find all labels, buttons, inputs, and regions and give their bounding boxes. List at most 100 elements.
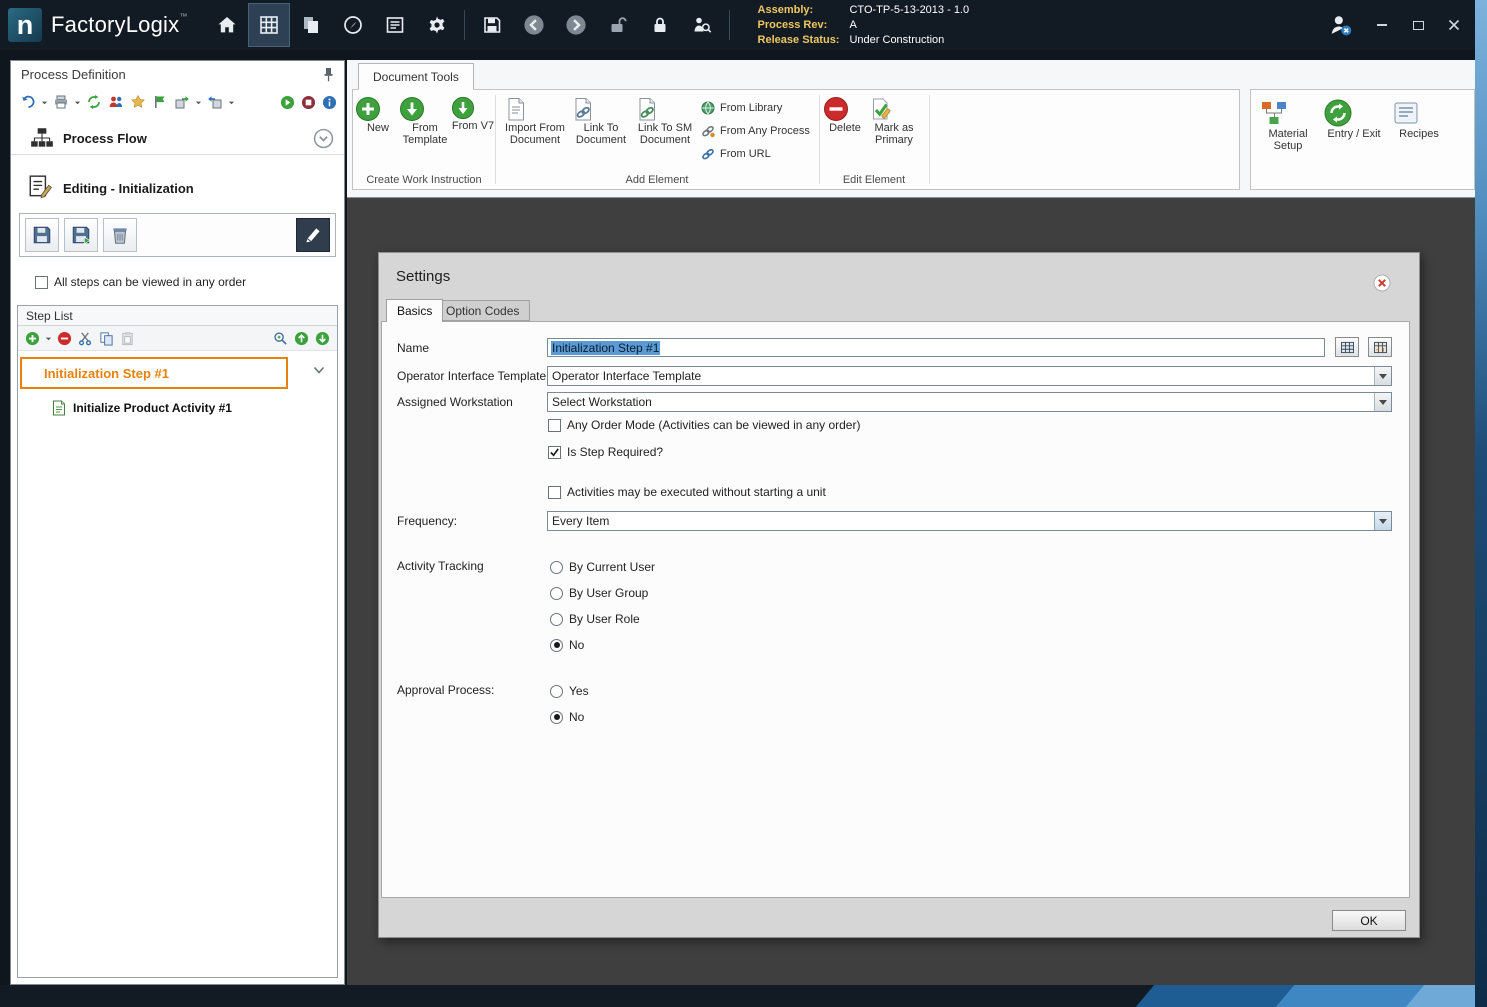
- process-flow-section[interactable]: Process Flow: [11, 123, 344, 155]
- ok-button[interactable]: OK: [1332, 910, 1406, 931]
- collapse-all-button[interactable]: [314, 330, 331, 347]
- start-button[interactable]: [279, 94, 296, 111]
- from-any-process-button[interactable]: From Any Process: [701, 121, 819, 141]
- paste-step-button[interactable]: [119, 330, 136, 347]
- tracking-by-user-role-radio[interactable]: By User Role: [550, 612, 640, 626]
- flag-button[interactable]: [151, 93, 169, 111]
- button-label: Link To SM Document: [638, 122, 692, 146]
- from-template-button[interactable]: From Template: [399, 96, 451, 146]
- name-grid-button[interactable]: [1335, 337, 1359, 357]
- release-status-value: Under Construction: [849, 33, 969, 48]
- tracking-no-radio[interactable]: No: [550, 638, 584, 652]
- radio-icon: [550, 685, 563, 698]
- material-setup-button[interactable]: Material Setup: [1259, 98, 1317, 152]
- settings-button[interactable]: [416, 3, 458, 47]
- tab-document-tools[interactable]: Document Tools: [358, 63, 474, 90]
- sync-button[interactable]: [85, 93, 103, 111]
- radio-label: Yes: [569, 684, 589, 698]
- recipes-button[interactable]: Recipes: [1391, 98, 1447, 140]
- tracking-by-user-group-radio[interactable]: By User Group: [550, 586, 648, 600]
- step-list-item-selected[interactable]: Initialization Step #1: [18, 357, 337, 391]
- reports-icon: [384, 14, 406, 36]
- import-button[interactable]: [206, 93, 224, 111]
- ribbon-right-group: Material Setup Entry / Exit Recipes: [1250, 89, 1475, 190]
- save-step-button[interactable]: [25, 218, 59, 252]
- minimize-button[interactable]: [1371, 14, 1393, 36]
- award-button[interactable]: [129, 93, 147, 111]
- home-button[interactable]: [206, 3, 248, 47]
- flag-icon: [152, 94, 168, 110]
- discard-step-button[interactable]: [103, 218, 137, 252]
- logout-user-button[interactable]: [1323, 14, 1357, 36]
- find-step-button[interactable]: [272, 330, 289, 347]
- audit-search-button[interactable]: [681, 3, 723, 47]
- link-to-sm-document-button[interactable]: Link To SM Document: [634, 96, 696, 146]
- print-button[interactable]: [52, 93, 70, 111]
- add-step-button[interactable]: [24, 330, 41, 347]
- pencil-icon: [302, 224, 324, 246]
- import-icon: [207, 94, 223, 110]
- all-steps-any-order-checkbox[interactable]: All steps can be viewed in any order: [35, 275, 246, 289]
- step-expand-button[interactable]: [313, 366, 325, 375]
- lock-button[interactable]: [639, 3, 681, 47]
- frequency-select[interactable]: Every Item: [547, 511, 1392, 531]
- expand-all-button[interactable]: [293, 330, 310, 347]
- approval-yes-radio[interactable]: Yes: [550, 684, 589, 698]
- edit-mode-button[interactable]: [296, 218, 330, 252]
- maximize-button[interactable]: [1407, 14, 1429, 36]
- tab-option-codes[interactable]: Option Codes: [435, 300, 530, 321]
- close-window-button[interactable]: [1443, 14, 1465, 36]
- tracking-by-current-user-radio[interactable]: By Current User: [550, 560, 655, 574]
- checkbox-label: Any Order Mode (Activities can be viewed…: [567, 418, 860, 432]
- from-url-button[interactable]: From URL: [701, 144, 819, 164]
- process-editor-button[interactable]: [248, 3, 290, 47]
- save-button[interactable]: [471, 3, 513, 47]
- assigned-workstation-select[interactable]: Select Workstation: [547, 392, 1392, 412]
- activity-list-item[interactable]: Initialize Product Activity #1: [52, 400, 337, 416]
- is-step-required-checkbox[interactable]: Is Step Required?: [548, 445, 663, 459]
- editing-section-header: Editing - Initialization: [11, 169, 344, 207]
- main-area: Document Tools New From Template From V7…: [347, 60, 1475, 985]
- titlebar: n FactoryLogix™ Assembly: CTO-TP-5-13-20…: [0, 0, 1475, 50]
- dialog-close-button[interactable]: [1373, 274, 1391, 292]
- new-work-instruction-button[interactable]: New: [355, 96, 401, 134]
- save-template-icon: [70, 224, 92, 246]
- reports-button[interactable]: [374, 3, 416, 47]
- collapse-section-button[interactable]: [313, 128, 334, 149]
- any-order-mode-checkbox[interactable]: Any Order Mode (Activities can be viewed…: [548, 418, 860, 432]
- step-item-initialization[interactable]: Initialization Step #1: [20, 357, 288, 389]
- cut-step-button[interactable]: [77, 330, 94, 347]
- compass-button[interactable]: [332, 3, 374, 47]
- approval-no-radio[interactable]: No: [550, 710, 584, 724]
- undo-button[interactable]: [19, 93, 37, 111]
- info-button[interactable]: [321, 94, 338, 111]
- button-label: New: [367, 122, 389, 134]
- pin-button[interactable]: [321, 66, 336, 83]
- link-to-document-button[interactable]: Link To Document: [570, 96, 632, 146]
- from-v7-button[interactable]: From V7: [451, 96, 495, 132]
- delete-element-button[interactable]: Delete: [823, 96, 867, 134]
- mark-as-primary-button[interactable]: Mark as Primary: [867, 96, 921, 146]
- stop-button[interactable]: [300, 94, 317, 111]
- back-button[interactable]: [513, 3, 555, 47]
- unlock-button[interactable]: [597, 3, 639, 47]
- export-button[interactable]: [173, 93, 191, 111]
- users-button[interactable]: [107, 93, 125, 111]
- save-as-template-button[interactable]: [64, 218, 98, 252]
- entry-exit-button[interactable]: Entry / Exit: [1323, 98, 1385, 140]
- from-library-button[interactable]: From Library: [701, 98, 819, 118]
- forward-button[interactable]: [555, 3, 597, 47]
- minimize-icon: [1377, 24, 1387, 26]
- tab-basics[interactable]: Basics: [386, 299, 443, 322]
- button-label: Delete: [829, 122, 861, 134]
- import-from-document-button[interactable]: Import From Document: [503, 96, 567, 146]
- copy-step-button[interactable]: [98, 330, 115, 347]
- activities-without-unit-checkbox[interactable]: Activities may be executed without start…: [548, 485, 826, 499]
- sidebar-toolbar: [19, 91, 338, 113]
- bottom-frame: [0, 985, 1475, 1007]
- remove-step-button[interactable]: [56, 330, 73, 347]
- operator-interface-template-select[interactable]: Operator Interface Template: [547, 366, 1392, 386]
- documents-button[interactable]: [290, 3, 332, 47]
- name-input[interactable]: Initialization Step #1: [547, 338, 1325, 357]
- name-translate-button[interactable]: [1368, 337, 1392, 357]
